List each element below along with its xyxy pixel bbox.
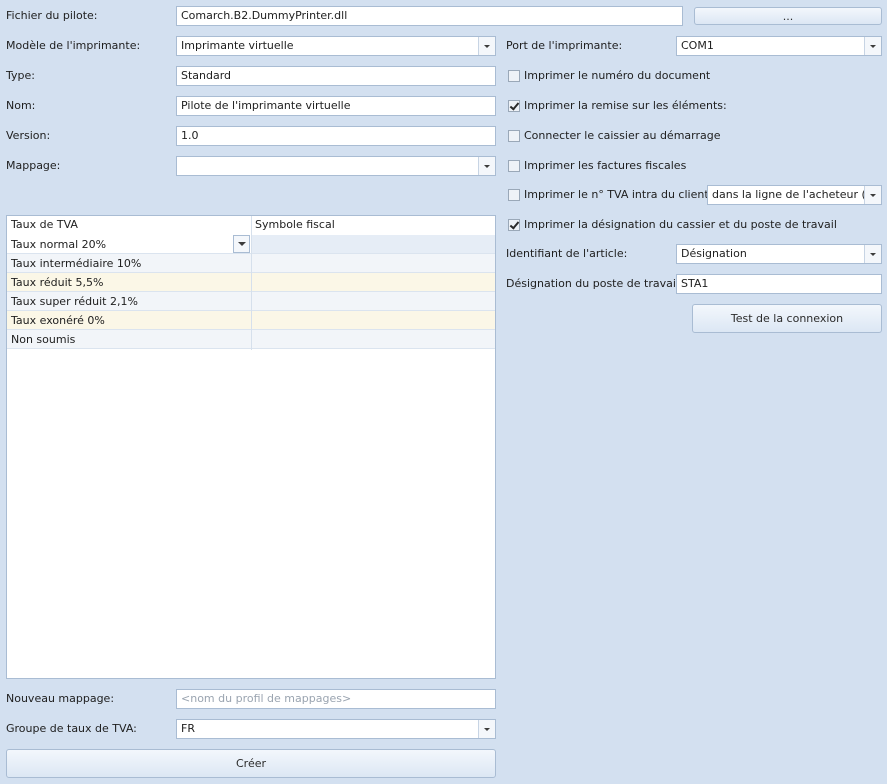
printer-port-value: COM1 (681, 39, 714, 52)
column-divider (251, 216, 252, 350)
vat-rate-grid[interactable]: Taux de TVA Symbole fiscal Taux normal 2… (6, 215, 496, 679)
chevron-down-icon[interactable] (233, 235, 250, 253)
print-cashier-workstation-checkbox[interactable] (508, 219, 520, 231)
chevron-down-icon[interactable] (864, 186, 881, 204)
print-fiscal-invoices-checkbox[interactable] (508, 160, 520, 172)
mapping-label: Mappage: (6, 159, 61, 172)
connect-cashier-label[interactable]: Connecter le caissier au démarrage (524, 129, 721, 143)
printer-port-select[interactable]: COM1 (676, 36, 882, 56)
workstation-input[interactable]: STA1 (676, 274, 882, 294)
vat-number-position-value: dans la ligne de l'acheteur (... (712, 188, 877, 201)
vat-rate-cell: Taux super réduit 2,1% (11, 295, 138, 308)
driver-file-input[interactable]: Comarch.B2.DummyPrinter.dll (176, 6, 683, 26)
printer-port-label: Port de l'imprimante: (506, 39, 623, 52)
chevron-down-icon[interactable] (478, 157, 495, 175)
chevron-down-icon[interactable] (478, 37, 495, 55)
vat-rate-cell: Taux réduit 5,5% (11, 276, 104, 289)
workstation-label: Désignation du poste de travail: (506, 277, 683, 290)
vat-group-value: FR (181, 722, 195, 735)
new-mapping-input[interactable]: <nom du profil de mappages> (176, 689, 496, 709)
item-identifier-select[interactable]: Désignation (676, 244, 882, 264)
item-identifier-label: Identifiant de l'article: (506, 247, 628, 260)
print-item-discount-label[interactable]: Imprimer la remise sur les éléments: (524, 99, 727, 113)
name-input[interactable]: Pilote de l'imprimante virtuelle (176, 96, 496, 116)
item-identifier-value: Désignation (681, 247, 747, 260)
printer-model-value: Imprimante virtuelle (181, 39, 294, 52)
type-label: Type: (6, 69, 35, 82)
version-label: Version: (6, 129, 51, 142)
chevron-down-icon[interactable] (478, 720, 495, 738)
browse-button-label: ... (782, 9, 794, 23)
connect-cashier-checkbox[interactable] (508, 130, 520, 142)
fiscal-symbol-cell[interactable] (252, 235, 495, 253)
vat-number-position-select[interactable]: dans la ligne de l'acheteur (... (707, 185, 882, 205)
print-vat-number-label[interactable]: Imprimer le n° TVA intra du client (524, 188, 709, 202)
vat-rate-cell: Taux exonéré 0% (11, 314, 105, 327)
printer-model-select[interactable]: Imprimante virtuelle (176, 36, 496, 56)
create-button-label: Créer (235, 757, 267, 770)
print-fiscal-invoices-label[interactable]: Imprimer les factures fiscales (524, 159, 686, 173)
mapping-select[interactable] (176, 156, 496, 176)
browse-button[interactable]: ... (694, 7, 882, 25)
name-label: Nom: (6, 99, 36, 112)
new-mapping-placeholder: <nom du profil de mappages> (181, 692, 352, 705)
vat-group-select[interactable]: FR (176, 719, 496, 739)
print-document-number-checkbox[interactable] (508, 70, 520, 82)
column-header-fiscal-symbol[interactable]: Symbole fiscal (255, 218, 335, 232)
type-input[interactable]: Standard (176, 66, 496, 86)
vat-rate-cell: Taux intermédiaire 10% (11, 257, 142, 270)
chevron-down-icon[interactable] (864, 245, 881, 263)
vat-group-label: Groupe de taux de TVA: (6, 722, 137, 735)
driver-file-label: Fichier du pilote: (6, 9, 98, 22)
print-vat-number-checkbox[interactable] (508, 189, 520, 201)
test-connection-button[interactable]: Test de la connexion (692, 304, 882, 333)
create-button[interactable]: Créer (6, 749, 496, 778)
test-connection-button-label: Test de la connexion (730, 312, 844, 325)
print-document-number-label[interactable]: Imprimer le numéro du document (524, 69, 710, 83)
chevron-down-icon[interactable] (864, 37, 881, 55)
print-cashier-workstation-label[interactable]: Imprimer la désignation du cassier et du… (524, 218, 837, 232)
new-mapping-label: Nouveau mappage: (6, 692, 115, 705)
printer-model-label: Modèle de l'imprimante: (6, 39, 141, 52)
version-input[interactable]: 1.0 (176, 126, 496, 146)
column-header-vat-rate[interactable]: Taux de TVA (11, 218, 78, 232)
vat-rate-cell: Taux normal 20% (11, 238, 107, 251)
vat-rate-cell: Non soumis (11, 333, 76, 346)
print-item-discount-checkbox[interactable] (508, 100, 520, 112)
